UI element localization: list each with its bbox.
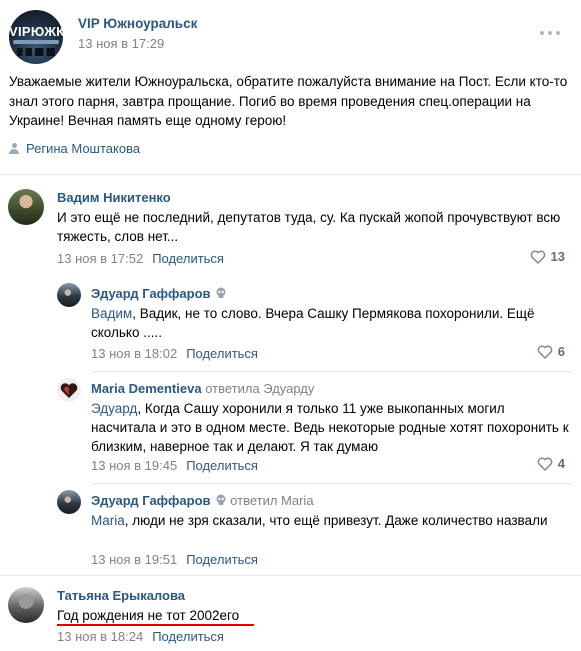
reply-addressee-link[interactable]: Эдуард <box>91 401 137 416</box>
heart-icon <box>537 344 553 359</box>
like-button[interactable]: 13 <box>530 249 565 264</box>
comment-divider <box>91 371 573 372</box>
skull-icon <box>215 287 227 299</box>
group-logo-subline <box>13 40 59 44</box>
share-button[interactable]: Поделиться <box>152 251 224 266</box>
comment-eduard-1: Эдуард Гаффаров Вадим, Вадик, не то слов… <box>57 283 573 363</box>
comment-meta: 13 ноя в 18:24 Поделиться <box>57 629 224 644</box>
comment-meta: 13 ноя в 17:52 Поделиться <box>57 251 224 266</box>
post-author-signature[interactable]: Регина Моштакова <box>9 141 140 156</box>
comment-maria: Maria Dementieva ответила Эдуарду Эдуард… <box>57 378 573 473</box>
share-button[interactable]: Поделиться <box>186 458 258 473</box>
post-divider <box>0 174 581 175</box>
comment-author[interactable]: Вадим Никитенко <box>57 190 171 205</box>
comment-time[interactable]: 13 ноя в 19:51 <box>91 552 177 567</box>
comment-text: Вадим, Вадик, не то слово. Вчера Сашку П… <box>91 306 535 340</box>
comment-text: Эдуард, Когда Сашу хоронили я только 11 … <box>91 401 569 454</box>
share-button[interactable]: Поделиться <box>186 346 258 361</box>
heart-icon <box>530 249 545 264</box>
post-time[interactable]: 13 ноя в 17:29 <box>78 36 164 51</box>
heart-avatar-icon <box>60 383 78 398</box>
comment-divider <box>0 575 581 576</box>
avatar[interactable] <box>57 490 81 514</box>
avatar[interactable] <box>57 378 81 402</box>
comment-meta: 13 ноя в 19:51 Поделиться <box>91 552 258 567</box>
reply-addressee-link[interactable]: Maria <box>91 513 125 528</box>
like-count: 13 <box>550 249 565 264</box>
post-text: Уважаемые жители Южноуральска, обратите … <box>9 74 568 128</box>
skull-icon <box>215 494 227 506</box>
comment-text: Maria, люди не зря сказали, что ещё прив… <box>91 513 548 528</box>
comment-divider <box>91 483 573 484</box>
comment-time[interactable]: 13 ноя в 18:24 <box>57 629 143 644</box>
comment-author[interactable]: Эдуард Гаффаров <box>91 286 227 301</box>
avatar[interactable] <box>8 587 44 623</box>
share-button[interactable]: Поделиться <box>186 552 258 567</box>
like-button[interactable]: 4 <box>537 456 565 471</box>
comment-author[interactable]: Татьяна Ерыкалова <box>57 588 185 603</box>
share-button[interactable]: Поделиться <box>152 629 224 644</box>
comment-author[interactable]: Эдуард Гаффаров ответил Maria <box>91 493 314 508</box>
comment-time[interactable]: 13 ноя в 19:45 <box>91 458 177 473</box>
comment-text: Год рождения не тот 2002его <box>57 608 240 623</box>
comment-tatyana: Татьяна Ерыкалова Год рождения не тот 20… <box>8 587 573 647</box>
group-logo-skyline <box>17 48 55 56</box>
avatar[interactable] <box>8 189 44 225</box>
group-avatar[interactable]: VIPЮЖК <box>9 10 63 64</box>
post-author-name[interactable]: Регина Моштакова <box>26 141 140 156</box>
like-count: 4 <box>557 456 565 471</box>
heart-icon <box>537 456 553 471</box>
reply-addressee-link[interactable]: Вадим <box>91 306 132 321</box>
comment-time[interactable]: 13 ноя в 17:52 <box>57 251 143 266</box>
comment-text: И это ещё не последний, депутатов туда, … <box>57 210 561 244</box>
replied-to[interactable]: ответил Maria <box>230 493 313 508</box>
avatar[interactable] <box>57 283 81 307</box>
like-count: 6 <box>557 344 565 359</box>
more-dots-icon[interactable] <box>540 30 560 36</box>
post-header: VIPЮЖК VIP Южноуральск 13 ноя в 17:29 <box>9 10 572 64</box>
replied-to[interactable]: ответила Эдуарду <box>205 381 314 396</box>
like-button[interactable]: 6 <box>537 344 565 359</box>
group-name-link[interactable]: VIP Южноуральск <box>78 16 197 31</box>
comment-meta: 13 ноя в 19:45 Поделиться <box>91 458 258 473</box>
group-logo-text: VIPЮЖК <box>9 24 63 39</box>
comment-meta: 13 ноя в 18:02 Поделиться <box>91 346 258 361</box>
comment-eduard-2: Эдуард Гаффаров ответил Maria Maria, люд… <box>57 490 573 570</box>
red-underline-mark <box>57 624 254 626</box>
comment-vadim: Вадим Никитенко И это ещё не последний, … <box>8 189 573 269</box>
person-icon <box>9 143 19 154</box>
comment-time[interactable]: 13 ноя в 18:02 <box>91 346 177 361</box>
comment-author[interactable]: Maria Dementieva ответила Эдуарду <box>91 381 314 396</box>
